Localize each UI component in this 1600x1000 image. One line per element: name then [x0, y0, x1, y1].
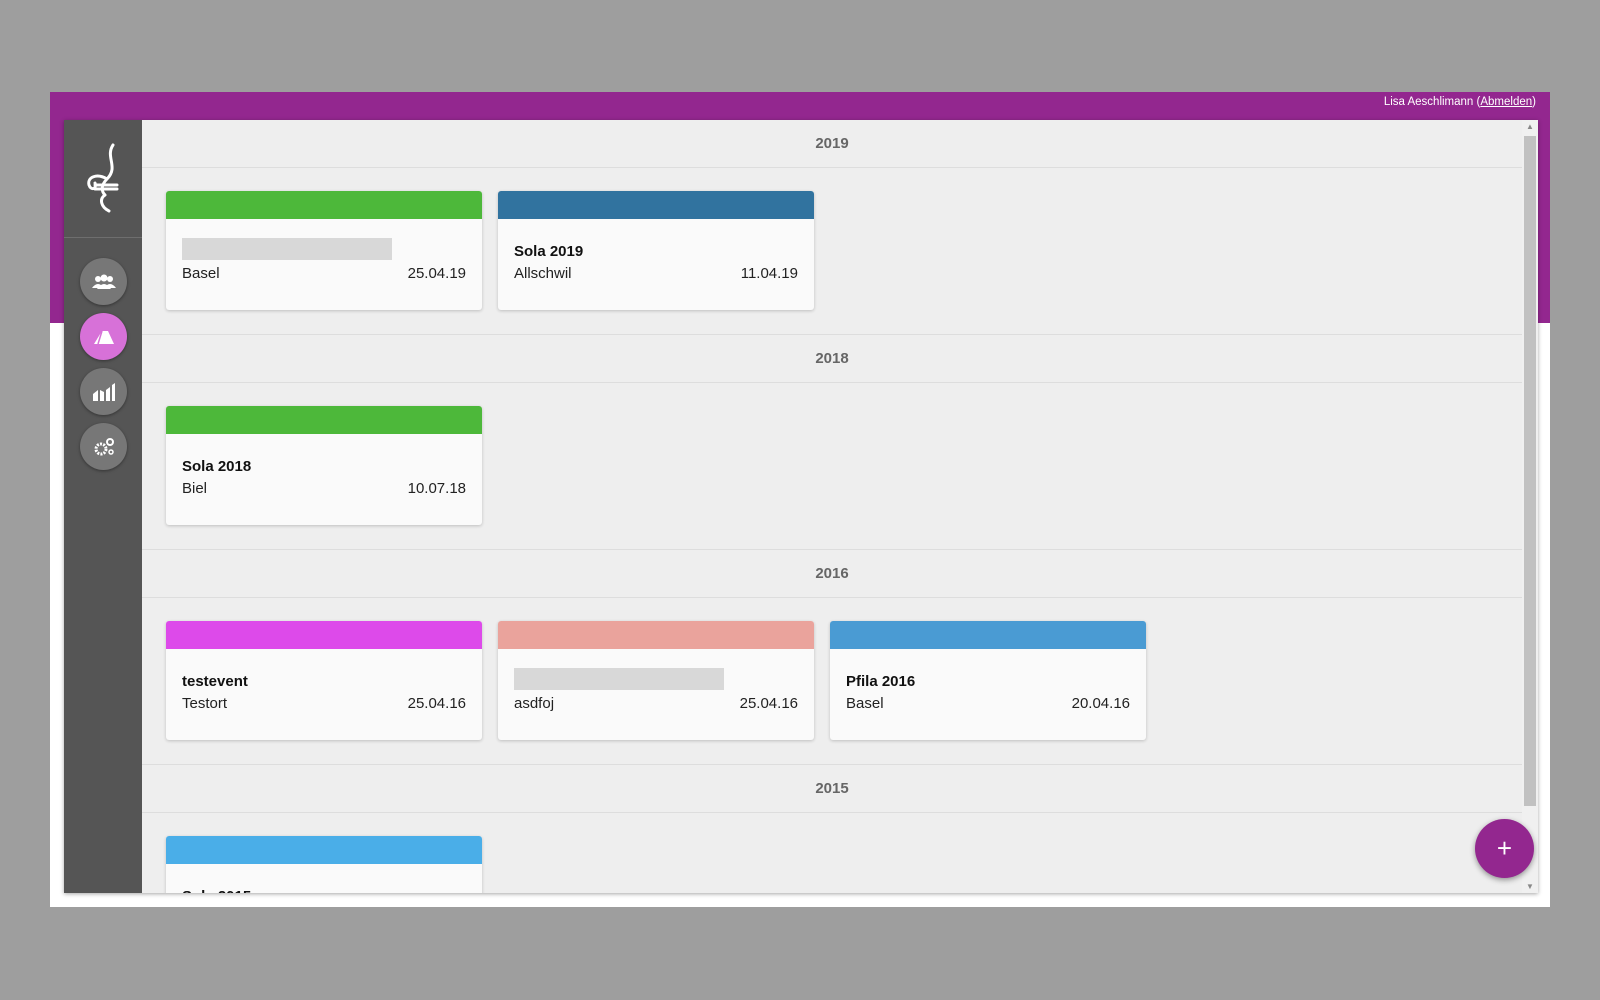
event-date: 25.04.19 [407, 265, 466, 282]
event-card[interactable]: Pfila 2016 Basel 20.04.16 [830, 621, 1146, 740]
event-card[interactable]: asdfoj 25.04.16 [498, 621, 814, 740]
user-info: Lisa Aeschlimann (Abmelden) [1383, 96, 1536, 108]
title-placeholder [514, 668, 724, 690]
year-header: 2018 [142, 335, 1522, 383]
event-title: Pfila 2016 [846, 673, 916, 690]
event-date: 25.04.16 [739, 695, 798, 712]
card-color-bar [498, 191, 814, 219]
card-color-bar [498, 621, 814, 649]
sidebar-item-camps[interactable] [80, 313, 127, 360]
sidebar-item-statistics[interactable] [80, 368, 127, 415]
event-card[interactable]: Basel 25.04.19 [166, 191, 482, 310]
year-header: 2019 [142, 120, 1522, 168]
cards-row: Sola 2015 [142, 813, 1522, 893]
event-date: 20.04.16 [1071, 695, 1130, 712]
sidebar-item-groups[interactable] [80, 258, 127, 305]
card-color-bar [166, 191, 482, 219]
event-location: Basel [846, 695, 884, 712]
event-location: Allschwil [514, 265, 572, 282]
event-location: Biel [182, 480, 208, 497]
event-card[interactable]: Sola 2019 Allschwil 11.04.19 [498, 191, 814, 310]
card-color-bar [166, 621, 482, 649]
cards-row: Sola 2018 Biel 10.07.18 [142, 383, 1522, 550]
year-header: 2015 [142, 765, 1522, 813]
add-event-button[interactable]: + [1475, 819, 1534, 878]
event-date: 25.04.16 [407, 695, 466, 712]
cards-row: Basel 25.04.19 Sola 2019 Allschwil 11.04.19 [142, 168, 1522, 335]
scrollbar[interactable]: ▲ ▼ [1522, 120, 1538, 893]
events-list: 2019 Basel 25.04.19 Sola 2019 Allschwil 11.04… [142, 120, 1522, 893]
event-title: Sola 2018 [182, 458, 252, 475]
event-location: Basel [182, 265, 220, 282]
event-date: 10.07.18 [407, 480, 466, 497]
card-color-bar [830, 621, 1146, 649]
event-card[interactable]: Sola 2018 Biel 10.07.18 [166, 406, 482, 525]
scrollbar-thumb[interactable] [1524, 136, 1536, 806]
year-section: 2019 Basel 25.04.19 Sola 2019 Allschwil 11.04… [142, 120, 1522, 335]
main-panel: 2019 Basel 25.04.19 Sola 2019 Allschwil 11.04… [64, 120, 1538, 893]
scroll-up-icon[interactable]: ▲ [1526, 122, 1534, 131]
year-section: 2018 Sola 2018 Biel 10.07.18 [142, 335, 1522, 550]
card-color-bar [166, 406, 482, 434]
card-color-bar [166, 836, 482, 864]
event-title: testevent [182, 673, 248, 690]
app-window: Lisa Aeschlimann (Abmelden) 2019 Basel 25.… [50, 92, 1550, 907]
scroll-down-icon[interactable]: ▼ [1526, 882, 1534, 891]
event-date: 11.04.19 [740, 265, 798, 282]
logout-link[interactable]: Abmelden [1480, 96, 1532, 108]
sidebar-item-settings[interactable] [80, 423, 127, 470]
fleur-de-lis-icon [87, 143, 119, 212]
tent-icon [93, 330, 114, 344]
sidebar [64, 120, 142, 893]
cards-row: testevent Testort 25.04.16 asdfoj 25.04.16 Pf… [142, 598, 1522, 765]
event-title: Sola 2019 [514, 243, 584, 260]
gears-icon [94, 437, 114, 455]
people-icon [91, 274, 116, 289]
event-location: asdfoj [514, 695, 555, 712]
event-card[interactable]: Sola 2015 [166, 836, 482, 893]
year-section: 2015 Sola 2015 [142, 765, 1522, 893]
year-section: 2016 testevent Testort 25.04.16 asdfoj 25.04.… [142, 550, 1522, 765]
chart-icon [92, 382, 115, 401]
year-header: 2016 [142, 550, 1522, 598]
event-card[interactable]: testevent Testort 25.04.16 [166, 621, 482, 740]
event-location: Testort [182, 695, 228, 712]
logo [64, 120, 142, 238]
user-name: Lisa Aeschlimann [1383, 96, 1474, 108]
event-title: Sola 2015 [182, 888, 251, 893]
title-placeholder [182, 238, 392, 260]
